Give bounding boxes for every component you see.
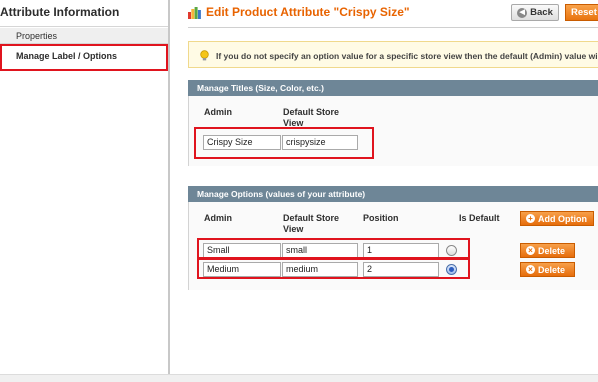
tab-manage-label-options-label: Manage Label / Options [16,51,118,61]
col-is-default-label: Is Default [459,213,500,223]
add-option-label: Add Option [538,213,587,224]
lightbulb-icon [200,50,209,61]
col-admin-label: Admin [204,213,232,223]
option-admin-input[interactable]: Small [203,243,281,258]
divider [0,26,168,27]
col-admin-label: Admin [204,107,232,117]
option-default-store-view-input[interactable]: medium [282,262,358,277]
delete-icon: × [526,265,535,274]
option-position-input[interactable]: 1 [363,243,439,258]
manage-options-panel: Admin Default Store View Position Is Def… [188,202,598,290]
manage-titles-header: Manage Titles (Size, Color, etc.) [188,80,598,96]
delete-button[interactable]: × Delete [520,262,575,277]
back-arrow-icon: ◀ [517,7,528,18]
title-admin-input[interactable]: Crispy Size [203,135,281,150]
page-title: Edit Product Attribute "Crispy Size" [206,5,410,19]
col-default-store-view-label: Default Store View [283,213,340,234]
sidebar-title: Attribute Information [0,5,120,19]
col-default-store-view-label: Default Store View [283,107,340,128]
sidebar: Attribute Information Properties Manage … [0,0,170,382]
plus-icon: + [526,214,535,223]
manage-titles-panel: Admin Default Store View Crispy Size cri… [188,96,598,166]
delete-icon: × [526,246,535,255]
manage-options-header: Manage Options (values of your attribute… [188,186,598,202]
tab-properties[interactable]: Properties [0,28,168,44]
notice-message: If you do not specify an option value fo… [188,41,598,68]
option-position-input[interactable]: 2 [363,262,439,277]
attribute-icon [188,7,201,19]
delete-label: Delete [538,245,566,256]
back-button[interactable]: ◀ Back [511,4,559,21]
delete-button[interactable]: × Delete [520,243,575,258]
reset-button[interactable]: Reset [565,4,598,21]
reset-button-label: Reset [571,7,597,18]
divider [188,27,598,28]
col-position-label: Position [363,213,399,223]
back-button-label: Back [530,7,553,18]
tab-properties-label: Properties [16,31,58,41]
notice-text: If you do not specify an option value fo… [216,51,598,61]
is-default-radio-selected[interactable] [446,264,457,275]
title-default-store-view-input[interactable]: crispysize [282,135,358,150]
is-default-radio[interactable] [446,245,457,256]
tab-manage-label-options[interactable]: Manage Label / Options [0,44,168,71]
option-admin-input[interactable]: Medium [203,262,281,277]
footer-bar [0,374,598,382]
delete-label: Delete [538,264,566,275]
option-default-store-view-input[interactable]: small [282,243,358,258]
add-option-button[interactable]: + Add Option [520,211,594,226]
